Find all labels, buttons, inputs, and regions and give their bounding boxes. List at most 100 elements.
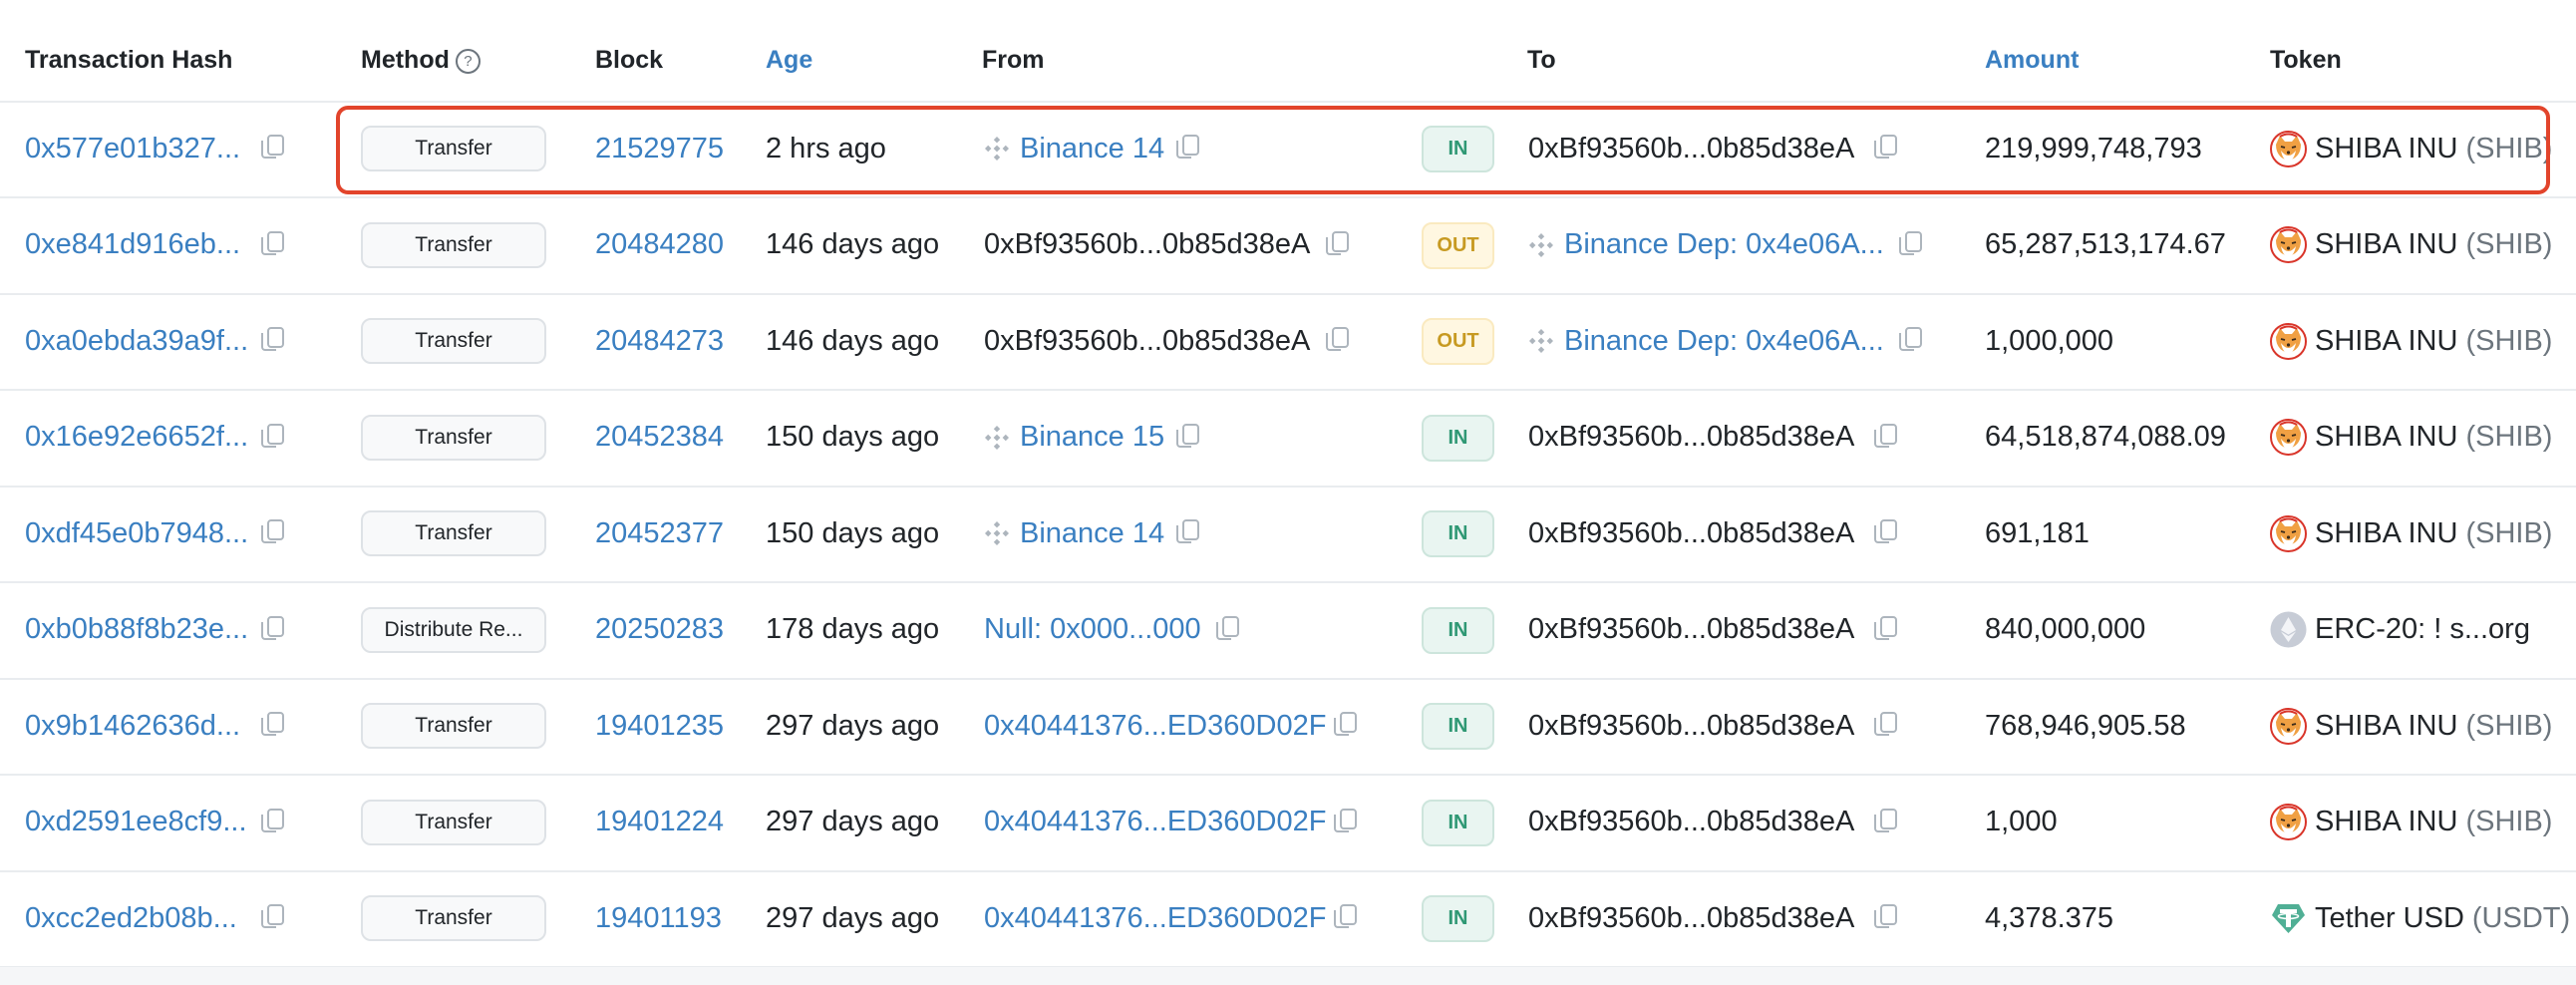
from-address[interactable]: Null: 0x000...000 xyxy=(984,613,1201,646)
column-header-age[interactable]: Age xyxy=(766,46,812,75)
token-name[interactable]: SHIBA INU xyxy=(2315,133,2457,165)
copy-icon[interactable] xyxy=(261,712,285,740)
to-copy-cell xyxy=(1874,775,1898,870)
from-address[interactable]: 0x40441376...ED360D02F xyxy=(984,710,1326,743)
method-badge[interactable]: Transfer xyxy=(361,895,546,941)
block-link[interactable]: 20250283 xyxy=(595,613,724,646)
from-address[interactable]: 0x40441376...ED360D02F xyxy=(984,806,1326,838)
token-symbol: (SHIB) xyxy=(2465,516,2553,549)
copy-icon[interactable] xyxy=(261,615,285,644)
copy-icon[interactable] xyxy=(1334,808,1358,836)
block-link[interactable]: 19401193 xyxy=(595,902,722,935)
copy-icon[interactable] xyxy=(1874,423,1898,452)
copy-icon[interactable] xyxy=(261,327,285,355)
block-link[interactable]: 19401235 xyxy=(595,710,724,743)
from-address[interactable]: Binance 14 xyxy=(1020,133,1164,165)
block-link[interactable]: 21529775 xyxy=(595,133,724,165)
transaction-hash-link[interactable]: 0xa0ebda39a9f... xyxy=(25,325,248,358)
token-symbol: (SHIB) xyxy=(2465,421,2553,453)
method-badge[interactable]: Transfer xyxy=(361,799,546,845)
transaction-hash-link[interactable]: 0x9b1462636d... xyxy=(25,710,240,743)
copy-icon[interactable] xyxy=(1334,712,1358,740)
copy-icon[interactable] xyxy=(261,519,285,547)
method-badge[interactable]: Transfer xyxy=(361,510,546,556)
age-cell: 297 days ago xyxy=(766,775,939,870)
help-icon[interactable]: ? xyxy=(455,49,481,74)
from-address[interactable]: 0x40441376...ED360D02F xyxy=(984,902,1326,935)
block-link[interactable]: 20484273 xyxy=(595,325,724,358)
method-badge[interactable]: Transfer xyxy=(361,221,546,268)
token-cell[interactable]: SHIBA INU (SHIB) xyxy=(2270,775,2552,870)
from-copy-cell xyxy=(1326,197,1350,293)
block-cell: 20452384 xyxy=(595,390,724,486)
copy-icon[interactable] xyxy=(261,135,285,163)
transaction-hash-link[interactable]: 0xd2591ee8cf9... xyxy=(25,806,247,838)
token-name[interactable]: SHIBA INU xyxy=(2315,325,2457,358)
transaction-hash-link[interactable]: 0x16e92e6652f... xyxy=(25,421,248,454)
token-cell[interactable]: SHIBA INU (SHIB) xyxy=(2270,486,2552,581)
block-link[interactable]: 20452384 xyxy=(595,421,724,454)
copy-icon[interactable] xyxy=(261,808,285,836)
copy-icon[interactable] xyxy=(1176,423,1200,452)
token-name[interactable]: SHIBA INU xyxy=(2315,228,2457,261)
age-text: 297 days ago xyxy=(766,709,940,742)
copy-icon[interactable] xyxy=(1899,230,1923,259)
amount-cell: 1,000,000 xyxy=(1985,293,2113,389)
to-address[interactable]: Binance Dep: 0x4e06A... xyxy=(1564,228,1884,261)
to-address[interactable]: Binance Dep: 0x4e06A... xyxy=(1564,325,1884,358)
copy-icon[interactable] xyxy=(261,230,285,259)
column-header-amount[interactable]: Amount xyxy=(1985,46,2079,75)
method-badge[interactable]: Distribute Re... xyxy=(361,606,546,653)
block-link[interactable]: 19401224 xyxy=(595,806,724,838)
from-address[interactable]: Binance 15 xyxy=(1020,421,1164,454)
to-copy-cell xyxy=(1874,870,1898,966)
copy-icon[interactable] xyxy=(1334,904,1358,932)
transaction-hash-link[interactable]: 0x577e01b327... xyxy=(25,133,240,165)
token-name[interactable]: SHIBA INU xyxy=(2315,517,2457,550)
method-badge[interactable]: Transfer xyxy=(361,126,546,171)
token-name[interactable]: Tether USD xyxy=(2315,902,2464,935)
copy-icon[interactable] xyxy=(1874,904,1898,932)
token-cell[interactable]: SHIBA INU (SHIB) xyxy=(2270,101,2552,196)
block-link[interactable]: 20452377 xyxy=(595,517,724,550)
copy-icon[interactable] xyxy=(1176,519,1200,547)
copy-icon[interactable] xyxy=(1874,712,1898,740)
copy-icon[interactable] xyxy=(1874,519,1898,547)
token-cell[interactable]: SHIBA INU (SHIB) xyxy=(2270,390,2552,486)
token-cell[interactable]: SHIBA INU (SHIB) xyxy=(2270,678,2552,774)
copy-icon[interactable] xyxy=(1874,615,1898,644)
token-name[interactable]: SHIBA INU xyxy=(2315,421,2457,454)
column-header-token: Token xyxy=(2270,46,2342,74)
transaction-hash-link[interactable]: 0xe841d916eb... xyxy=(25,228,240,261)
token-cell[interactable]: SHIBA INU (SHIB) xyxy=(2270,293,2552,389)
copy-icon[interactable] xyxy=(1874,808,1898,836)
binance-icon xyxy=(984,425,1010,451)
amount-cell: 4,378.375 xyxy=(1985,870,2113,966)
method-badge[interactable]: Transfer xyxy=(361,414,546,461)
copy-icon[interactable] xyxy=(261,904,285,932)
amount-value: 1,000 xyxy=(1985,806,2058,837)
token-cell[interactable]: ERC-20: ! s...org xyxy=(2270,582,2530,678)
transaction-hash-link[interactable]: 0xb0b88f8b23e... xyxy=(25,613,248,646)
transaction-hash-link[interactable]: 0xdf45e0b7948... xyxy=(25,517,248,550)
token-cell[interactable]: SHIBA INU (SHIB) xyxy=(2270,197,2552,293)
token-name[interactable]: SHIBA INU xyxy=(2315,710,2457,743)
copy-icon[interactable] xyxy=(1326,327,1350,355)
token-name[interactable]: ERC-20: ! s...org xyxy=(2315,613,2530,646)
from-address[interactable]: Binance 14 xyxy=(1020,517,1164,550)
method-badge[interactable]: Transfer xyxy=(361,703,546,749)
direction-badge: IN xyxy=(1422,126,1494,172)
method-badge[interactable]: Transfer xyxy=(361,318,546,364)
transaction-hash-link[interactable]: 0xcc2ed2b08b... xyxy=(25,902,237,935)
copy-icon[interactable] xyxy=(1326,230,1350,259)
copy-icon[interactable] xyxy=(261,423,285,452)
block-link[interactable]: 20484280 xyxy=(595,228,724,261)
copy-icon[interactable] xyxy=(1874,135,1898,163)
copy-icon[interactable] xyxy=(1176,135,1200,163)
token-cell[interactable]: Tether USD (USDT) xyxy=(2270,870,2570,966)
copy-icon[interactable] xyxy=(1899,327,1923,355)
copy-icon[interactable] xyxy=(1216,615,1240,644)
token-name[interactable]: SHIBA INU xyxy=(2315,806,2457,838)
to-copy-cell xyxy=(1874,101,1898,196)
hash-cell: 0x9b1462636d... xyxy=(25,678,240,774)
